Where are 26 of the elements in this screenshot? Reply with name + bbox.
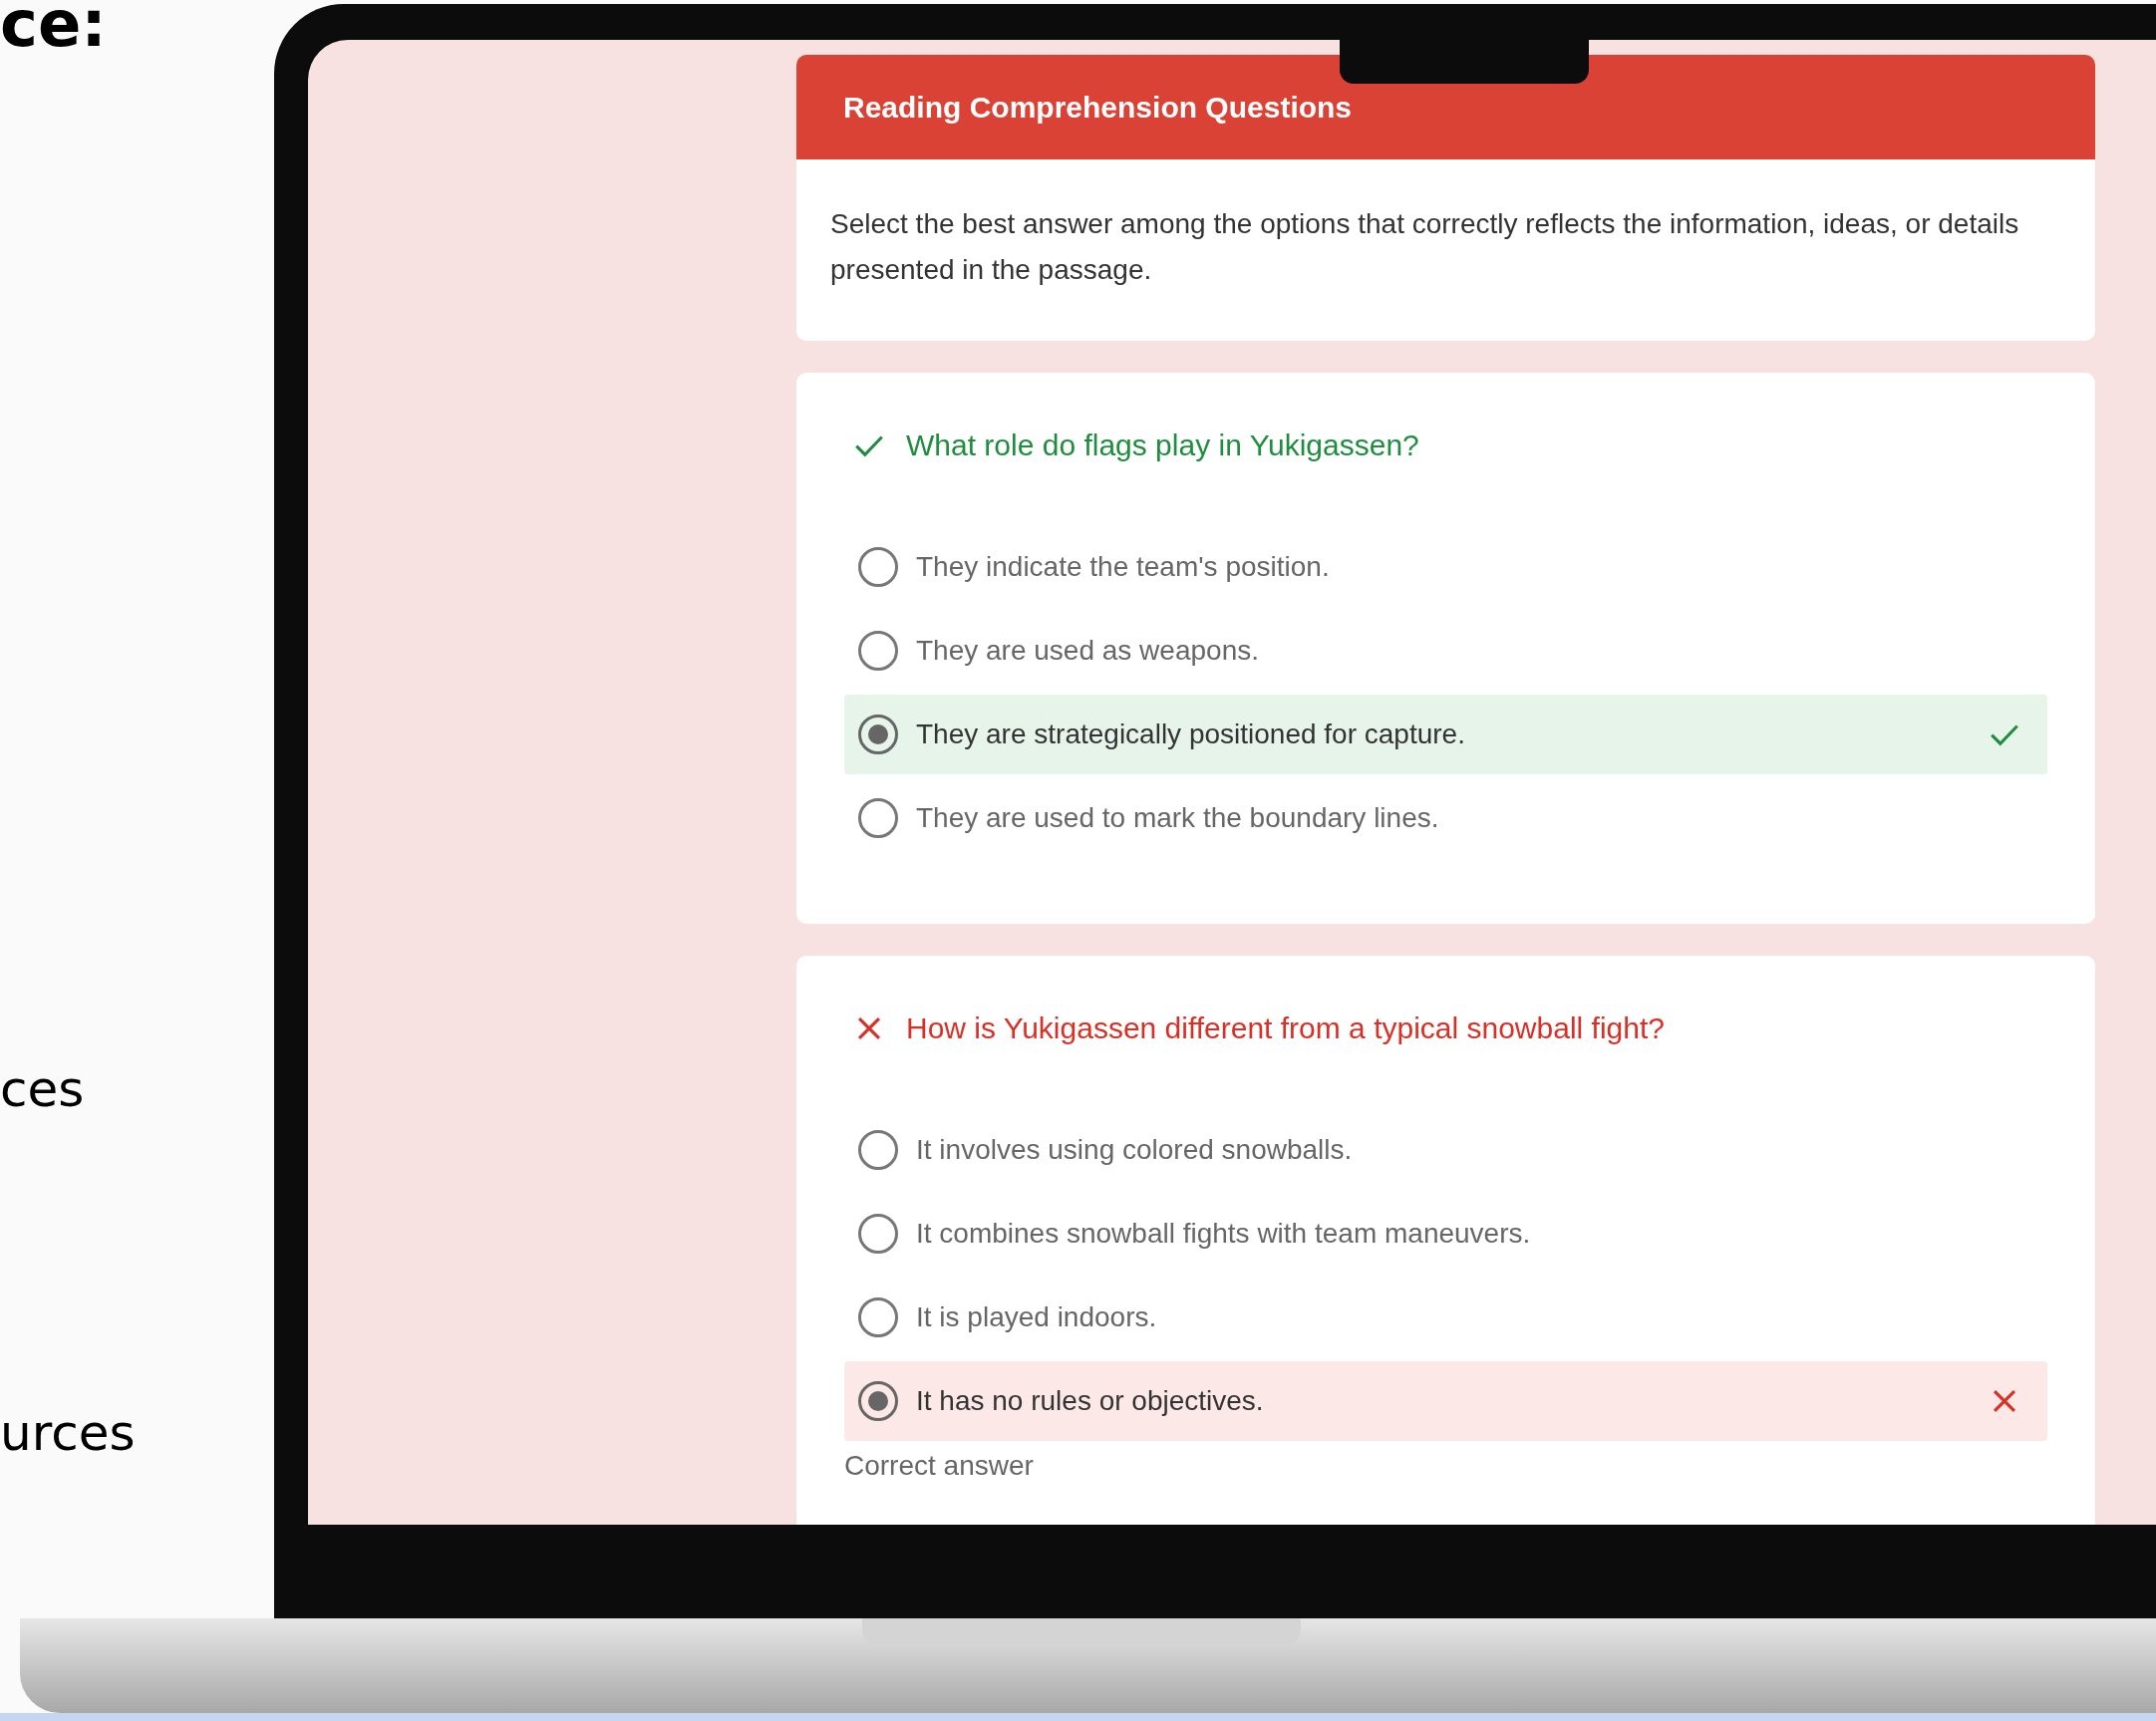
correct-answer-label: Correct answer bbox=[844, 1449, 1035, 1483]
answer-option-text: They are strategically positioned for capture. bbox=[916, 717, 1466, 752]
radio-button[interactable] bbox=[858, 547, 898, 588]
side-heading-text: ce: bbox=[0, 0, 108, 56]
selected-answer-row[interactable]: They are strategically positioned for capture. bbox=[844, 695, 2047, 775]
question-text: How is Yukigassen different from a typical snowball fight? bbox=[906, 1010, 1665, 1047]
answer-option-text: They are used as weapons. bbox=[916, 634, 1260, 669]
radio-button[interactable] bbox=[858, 1381, 898, 1422]
answer-option-text: They indicate the team's position. bbox=[916, 550, 1331, 585]
radio-button[interactable] bbox=[858, 715, 898, 755]
instructions-text: Select the best answer among the options that correctly reflects the information, ideas, or details presented in the passage. bbox=[796, 159, 2095, 342]
section-header: Reading Comprehension Questions bbox=[796, 55, 2095, 159]
answer-option-text: It combines snowball fights with team maneuvers. bbox=[916, 1217, 1532, 1252]
answer-option-text: It has no rules or objectives. bbox=[916, 1384, 1265, 1419]
radio-button[interactable] bbox=[858, 1297, 898, 1338]
radio-button[interactable] bbox=[858, 1130, 898, 1171]
radio-button[interactable] bbox=[858, 798, 898, 839]
side-heading-text: ces bbox=[0, 1062, 86, 1117]
radio-button[interactable] bbox=[858, 1214, 898, 1255]
answer-option-text: It involves using colored snowballs. bbox=[916, 1133, 1354, 1168]
answer-option-text: They are used to mark the boundary lines. bbox=[916, 801, 1440, 836]
question-text: What role do flags play in Yukigassen? bbox=[906, 428, 1419, 464]
side-heading-text: urces bbox=[0, 1406, 137, 1461]
selected-answer-row[interactable]: It has no rules or objectives. bbox=[844, 1361, 2047, 1442]
radio-button[interactable] bbox=[858, 631, 898, 672]
answer-option-text: It is played indoors. bbox=[916, 1300, 1158, 1335]
